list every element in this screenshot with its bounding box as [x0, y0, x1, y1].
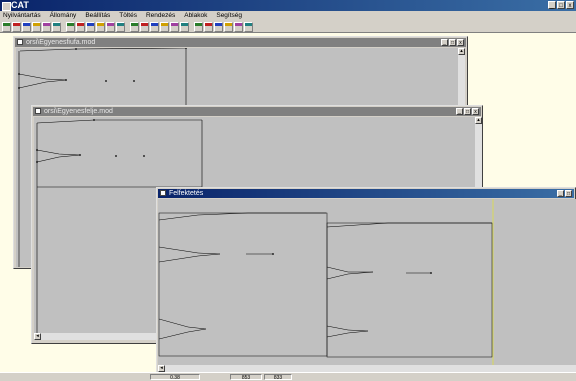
toolbar-separator [62, 22, 65, 32]
window-title: orsi\Egyenesfiufa.mod [26, 39, 96, 46]
minimize-button[interactable]: _ [557, 190, 564, 197]
undo-icon[interactable] [76, 22, 85, 32]
app-title: CAT [11, 0, 29, 10]
document-icon [35, 108, 41, 114]
paste-icon[interactable] [66, 22, 75, 32]
minimize-button[interactable]: _ [456, 108, 463, 115]
window-title: orsi\Egyenesfelje.mod [44, 108, 113, 115]
cut-icon[interactable] [42, 22, 51, 32]
mirror-icon[interactable] [194, 22, 203, 32]
close-button[interactable]: x [472, 108, 479, 115]
grid-icon[interactable] [160, 22, 169, 32]
menu-ablakok[interactable]: Ablakok [184, 11, 207, 21]
export-icon[interactable] [214, 22, 223, 32]
app-title-bar: CAT _ □ x [0, 0, 576, 11]
window-title-bar[interactable]: orsi\Egyenesfelje.mod _ □ x [33, 107, 481, 116]
toolbar-separator [126, 22, 129, 32]
maximize-button[interactable]: □ [565, 190, 572, 197]
zoom-in-icon[interactable] [86, 22, 95, 32]
document-icon [17, 39, 23, 45]
window-title-bar[interactable]: Felfektetés _ □ [158, 189, 574, 198]
copy-icon[interactable] [52, 22, 61, 32]
menu-rendezes[interactable]: Rendezés [146, 11, 175, 21]
maximize-button[interactable]: □ [449, 39, 456, 46]
scroll-left-button[interactable]: ◂ [158, 365, 165, 372]
import-icon[interactable] [224, 22, 233, 32]
scroll-left-button[interactable]: ◂ [34, 333, 41, 340]
layout-canvas[interactable] [158, 199, 576, 365]
print-icon[interactable] [32, 22, 41, 32]
toolbar-separator [190, 22, 193, 32]
marker-layout-drawing [158, 199, 494, 365]
scroll-up-button[interactable]: ▴ [458, 48, 465, 55]
horizontal-scrollbar[interactable]: ◂ [158, 365, 576, 372]
menu-allomany[interactable]: Állomány [50, 11, 77, 21]
menu-nyilvantartas[interactable]: Nyilvántartás [3, 11, 41, 21]
measure-icon[interactable] [116, 22, 125, 32]
help-icon[interactable] [244, 22, 253, 32]
window-felfektetes[interactable]: Felfektetés _ □ ◂ [156, 187, 576, 373]
scroll-up-button[interactable]: ▴ [475, 117, 482, 124]
status-zoom: 0.38 [150, 374, 200, 381]
new-icon[interactable] [2, 22, 11, 32]
open-icon[interactable] [12, 22, 21, 32]
window-title: Felfektetés [169, 190, 204, 197]
settings-icon[interactable] [234, 22, 243, 32]
document-icon [160, 190, 166, 196]
save-icon[interactable] [22, 22, 31, 32]
point-icon[interactable] [130, 22, 139, 32]
zoom-fit-icon[interactable] [106, 22, 115, 32]
maximize-button[interactable]: □ [557, 1, 565, 9]
menu-segitseg[interactable]: Segítség [216, 11, 242, 21]
line-icon[interactable] [140, 22, 149, 32]
minimize-button[interactable]: _ [441, 39, 448, 46]
maximize-button[interactable]: □ [464, 108, 471, 115]
toolbar [0, 21, 576, 33]
close-button[interactable]: x [457, 39, 464, 46]
close-button[interactable]: x [566, 1, 574, 9]
window-title-bar[interactable]: orsi\Egyenesfiufa.mod _ □ x [15, 38, 466, 47]
app-icon [2, 2, 11, 11]
minimize-button[interactable]: _ [548, 1, 556, 9]
color-icon[interactable] [204, 22, 213, 32]
layer-icon[interactable] [170, 22, 179, 32]
status-y: 833 [264, 374, 292, 381]
menu-bar: Nyilvántartás Állomány Beállítás Töltés … [0, 11, 576, 21]
zoom-out-icon[interactable] [96, 22, 105, 32]
curve-icon[interactable] [150, 22, 159, 32]
rotate-icon[interactable] [180, 22, 189, 32]
menu-toltes[interactable]: Töltés [119, 11, 137, 21]
status-x: 853 [230, 374, 262, 381]
menu-beallitas[interactable]: Beállítás [85, 11, 110, 21]
